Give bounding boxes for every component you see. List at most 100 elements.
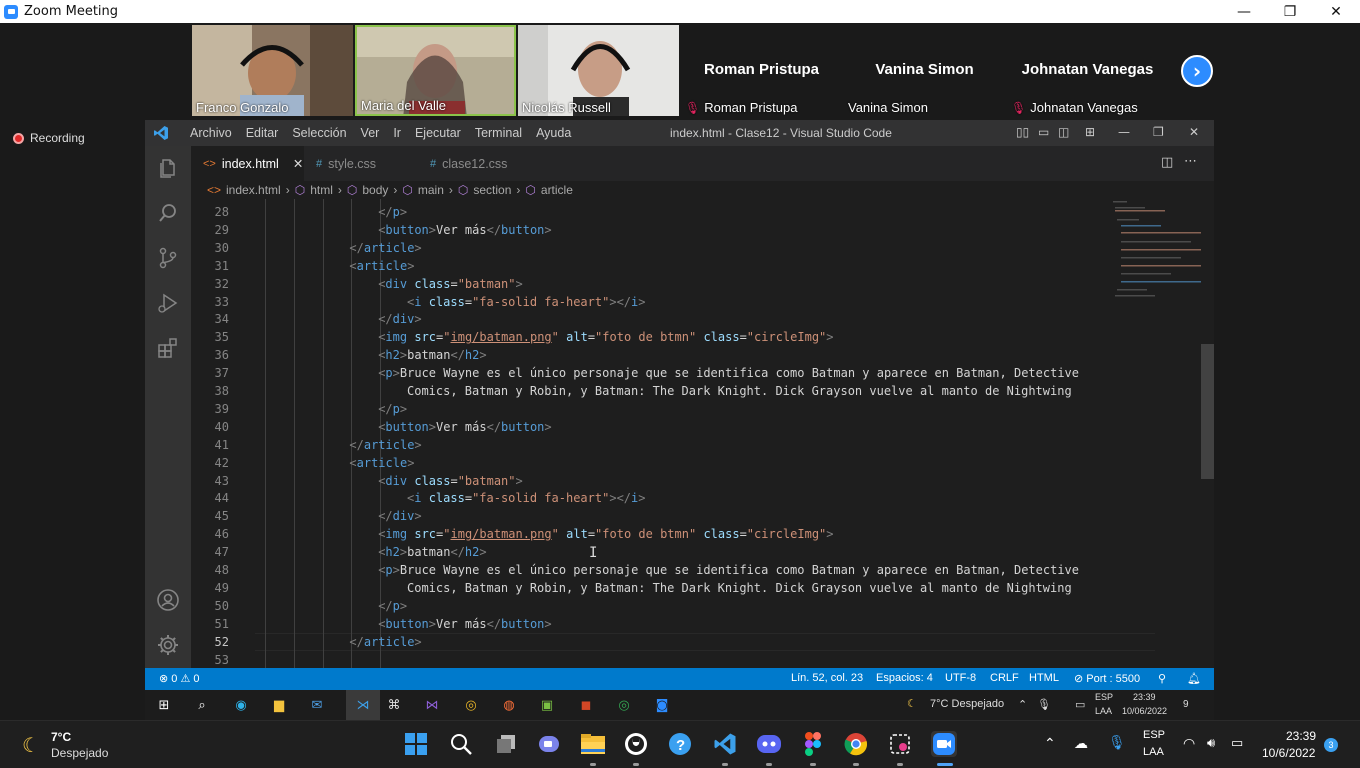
feedback-icon[interactable]: ⚲: [1158, 672, 1166, 685]
breadcrumb-item[interactable]: main: [418, 183, 444, 197]
run-debug-icon[interactable]: [156, 291, 180, 315]
notification-count[interactable]: 9: [1183, 699, 1189, 710]
minimap[interactable]: [1111, 199, 1201, 672]
accounts-icon[interactable]: [156, 588, 180, 612]
editor-scrollbar[interactable]: [1201, 199, 1214, 672]
teams-chat-icon[interactable]: [536, 731, 562, 757]
windows-start-icon[interactable]: ⊞: [155, 696, 173, 714]
code-line[interactable]: <button>Ver más</button>: [378, 617, 551, 631]
code-line[interactable]: <h2>batman</h2>: [378, 545, 486, 559]
onedrive-cloud-icon[interactable]: ☁: [1074, 735, 1088, 752]
close-button[interactable]: ✕: [1313, 0, 1359, 23]
tab-index-html[interactable]: <> index.html ✕: [191, 146, 304, 181]
breadcrumb-item[interactable]: index.html: [226, 183, 281, 197]
code-line[interactable]: <h2>batman</h2>: [378, 348, 486, 362]
code-line[interactable]: </p>: [378, 205, 407, 219]
code-line[interactable]: </article>: [349, 635, 421, 649]
weather-temp[interactable]: 7°C: [51, 730, 71, 744]
search-icon[interactable]: [156, 201, 180, 225]
search-icon[interactable]: ⌕: [193, 696, 211, 714]
breadcrumb-item[interactable]: article: [541, 183, 573, 197]
code-line[interactable]: </article>: [349, 241, 421, 255]
code-line[interactable]: <i class="fa-solid fa-heart"></i>: [407, 295, 646, 309]
firefox-icon[interactable]: ◍: [500, 696, 518, 714]
clock-time[interactable]: 23:39: [1286, 729, 1316, 743]
terminal-icon[interactable]: ⌘: [385, 696, 403, 714]
vscode-minimize-icon[interactable]: —: [1118, 125, 1130, 139]
zoom-taskbar-icon[interactable]: ◙: [653, 696, 671, 714]
code-line[interactable]: </div>: [378, 509, 421, 523]
toggle-sidebar-icon[interactable]: ▯▯: [1016, 125, 1029, 139]
toggle-panel-icon[interactable]: ▭: [1038, 125, 1049, 139]
menu-seleccion[interactable]: Selección: [285, 126, 353, 140]
notifications-bell-icon[interactable]: 🔔︎: [1187, 672, 1201, 685]
encoding-status[interactable]: UTF-8: [945, 672, 976, 684]
menu-ver[interactable]: Ver: [354, 126, 387, 140]
weather-desc[interactable]: Despejado: [51, 746, 108, 760]
split-editor-icon[interactable]: ◫: [1161, 155, 1173, 170]
vscode-close-icon[interactable]: ✕: [1189, 125, 1199, 139]
vscode-taskbar-icon[interactable]: ⋊: [346, 690, 380, 720]
problems-status[interactable]: ⊗ 0 ⚠ 0: [159, 672, 199, 685]
clock-date[interactable]: 10/06/2022: [1122, 706, 1167, 716]
menu-ejecutar[interactable]: Ejecutar: [408, 126, 468, 140]
figma-icon[interactable]: [800, 731, 826, 757]
participant-tile-nicolas[interactable]: Nicolás Russell: [518, 25, 679, 116]
code-line[interactable]: <p>Bruce Wayne es el único personaje que…: [378, 563, 1079, 577]
code-line[interactable]: <button>Ver más</button>: [378, 223, 551, 237]
live-server-port[interactable]: ⊘ Port : 5500: [1074, 672, 1140, 685]
lang-layout[interactable]: LAA: [1095, 706, 1112, 716]
chrome-icon[interactable]: ◎: [462, 696, 480, 714]
tray-chevron-icon[interactable]: ⌃: [1044, 735, 1056, 752]
file-explorer-icon[interactable]: ▆: [270, 696, 288, 714]
explorer-icon[interactable]: [156, 156, 180, 180]
help-icon[interactable]: ?: [668, 731, 694, 757]
participant-tile-roman[interactable]: Roman Pristupa 🎙 Roman Pristupa: [681, 25, 842, 116]
breadcrumb-item[interactable]: html: [310, 183, 333, 197]
notification-badge[interactable]: 3: [1324, 738, 1338, 752]
zoom-taskbar-icon[interactable]: [931, 731, 957, 757]
battery-icon[interactable]: ▭: [1231, 735, 1243, 751]
code-line[interactable]: <div class="batman">: [378, 474, 523, 488]
tab-style-css[interactable]: # style.css: [304, 146, 418, 181]
code-line[interactable]: <article>: [349, 259, 414, 273]
code-line[interactable]: </p>: [378, 599, 407, 613]
weather-text[interactable]: 7°C Despejado: [930, 698, 1004, 710]
chrome-icon[interactable]: [843, 731, 869, 757]
microphone-icon[interactable]: 🎙︎: [1108, 734, 1126, 751]
vscode-taskbar-icon[interactable]: [712, 731, 738, 757]
toggle-secondary-sidebar-icon[interactable]: ◫: [1058, 125, 1069, 139]
menu-archivo[interactable]: Archivo: [183, 126, 239, 140]
minimize-button[interactable]: —: [1221, 0, 1267, 23]
menu-ir[interactable]: Ir: [386, 126, 408, 140]
search-icon[interactable]: [448, 731, 474, 757]
chrome-profile-icon[interactable]: ◎: [615, 696, 633, 714]
participant-tile-maria[interactable]: Maria del Valle: [355, 25, 516, 116]
maximize-button[interactable]: ❐: [1267, 0, 1313, 23]
wifi-icon[interactable]: ◠: [1183, 735, 1195, 752]
menu-ayuda[interactable]: Ayuda: [529, 126, 578, 140]
breadcrumb-item[interactable]: section: [473, 183, 511, 197]
tray-chevron-icon[interactable]: ⌃: [1018, 698, 1027, 711]
visual-studio-icon[interactable]: ⋈: [423, 696, 441, 714]
code-editor[interactable]: 28 </p> 29 <button>Ver más</button> 30 </arti…: [191, 199, 1201, 672]
edge-icon[interactable]: ◉: [232, 696, 250, 714]
next-page-arrow-icon[interactable]: ›: [1181, 55, 1213, 87]
extensions-icon[interactable]: [156, 336, 180, 360]
code-line[interactable]: </p>: [378, 402, 407, 416]
breadcrumb-item[interactable]: body: [362, 183, 388, 197]
mic-icon[interactable]: 🎙︎: [1037, 698, 1051, 711]
snipping-tool-icon[interactable]: [887, 731, 913, 757]
eol-status[interactable]: CRLF: [990, 672, 1019, 684]
discord-icon[interactable]: [756, 731, 782, 757]
app-icon[interactable]: ▣: [538, 696, 556, 714]
code-line[interactable]: Comics, Batman y Robin, y Batman: The Da…: [407, 581, 1072, 595]
menu-editar[interactable]: Editar: [239, 126, 286, 140]
menu-terminal[interactable]: Terminal: [468, 126, 529, 140]
code-line[interactable]: <img src="img/batman.png" alt="foto de b…: [378, 527, 833, 541]
indentation-status[interactable]: Espacios: 4: [876, 672, 933, 684]
code-line[interactable]: </article>: [349, 438, 421, 452]
code-line[interactable]: <div class="batman">: [378, 277, 523, 291]
code-line[interactable]: </div>: [378, 312, 421, 326]
volume-icon[interactable]: 🔊︎: [1207, 735, 1215, 751]
